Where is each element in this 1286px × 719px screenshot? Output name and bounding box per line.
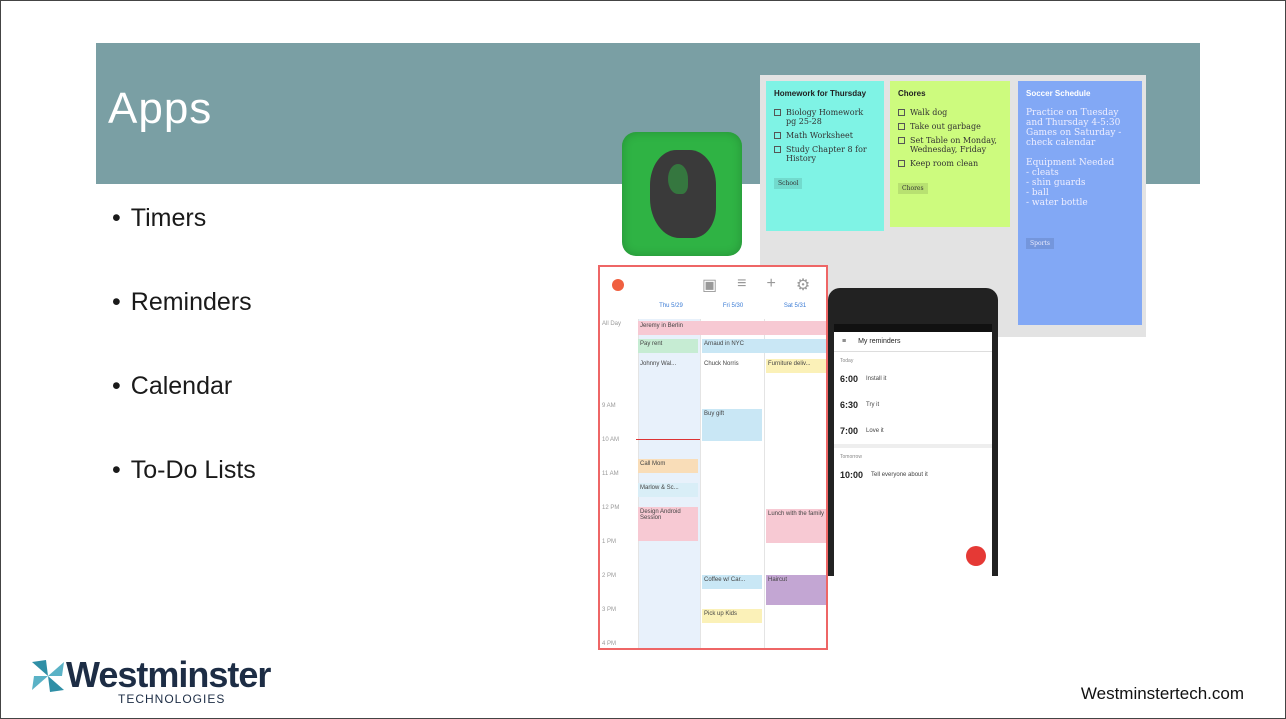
add-reminder-button xyxy=(966,546,986,566)
bullet-item: • Calendar xyxy=(112,372,233,400)
slide-title: Apps xyxy=(108,84,213,133)
westminster-logo: Westminster TECHNOLOGIES xyxy=(28,654,271,710)
gear-icon: ⚙ xyxy=(795,277,811,294)
bullet-item: • Reminders xyxy=(112,288,252,316)
evernote-icon xyxy=(622,132,742,256)
bullet-list: • Timers • Reminders • Calendar • To-Do List… xyxy=(112,204,256,540)
bullet-item: • To-Do Lists xyxy=(112,456,256,484)
note-chores: Chores Walk dog Take out garbage Set Tab… xyxy=(890,81,1010,227)
note-soccer: Soccer Schedule Practice on Tuesday and … xyxy=(1018,81,1142,325)
app-logo-icon xyxy=(612,279,624,291)
footer-url: Westminstertech.com xyxy=(1080,684,1244,703)
inbox-icon: ▣ xyxy=(702,277,718,294)
phone-screenshot: ≡ My reminders Today 6:00 Install it 6:30 T… xyxy=(828,288,998,576)
menu-icon: ≡ xyxy=(842,338,847,345)
note-homework: Homework for Thursday Biology Homework p… xyxy=(766,81,884,231)
pinwheel-icon xyxy=(32,660,64,692)
menu-icon: ≡ xyxy=(737,275,747,292)
plus-icon: + xyxy=(766,275,776,292)
bullet-item: • Timers xyxy=(112,204,207,232)
calendar-screenshot: ▣ ≡ + ⚙ Thu 5/29 Fri 5/30 Sat 5/31 All Day 9 … xyxy=(598,265,828,650)
